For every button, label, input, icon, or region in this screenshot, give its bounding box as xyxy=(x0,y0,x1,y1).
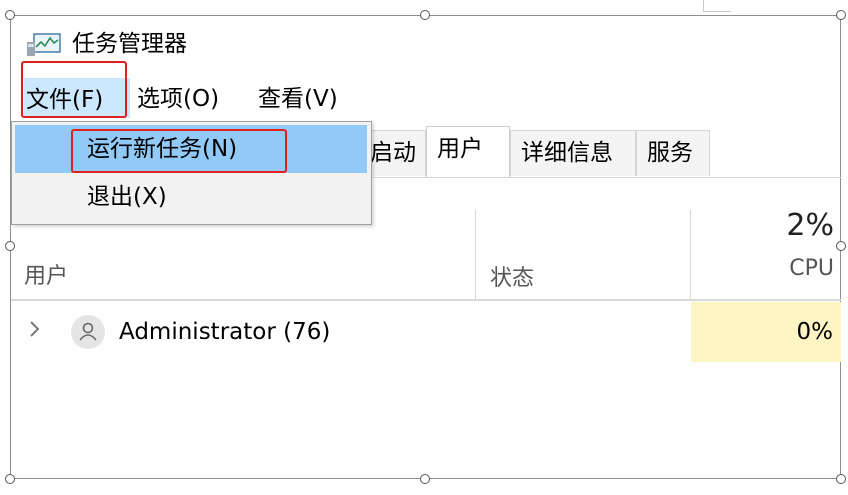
tab-details[interactable]: 详细信息 xyxy=(510,130,636,176)
annotation-box-run-new-task xyxy=(71,129,287,173)
resize-handle-top-right[interactable] xyxy=(836,10,846,20)
resize-handle-top[interactable] xyxy=(420,10,430,20)
column-header-status[interactable]: 状态 xyxy=(490,260,534,292)
menu-item-exit[interactable]: 退出(X) xyxy=(15,173,367,221)
resize-handle-bottom[interactable] xyxy=(420,474,430,484)
cpu-cell: 0% xyxy=(691,302,841,362)
expand-chevron-icon[interactable] xyxy=(29,318,41,348)
resize-handle-bottom-left[interactable] xyxy=(5,474,15,484)
tab-users[interactable]: 用户 xyxy=(426,126,510,178)
edge-mark xyxy=(842,452,848,470)
resize-handle-top-left[interactable] xyxy=(5,10,15,20)
tab-strip: 启动 用户 详细信息 服务 xyxy=(360,126,840,178)
menu-options[interactable]: 选项(O) xyxy=(137,82,219,116)
column-header-cpu[interactable]: CPU xyxy=(789,256,834,281)
task-manager-icon xyxy=(26,32,62,58)
column-separator-cpu[interactable] xyxy=(690,210,691,300)
menu-item-exit-label: 退出(X) xyxy=(87,184,167,210)
window-title: 任务管理器 xyxy=(72,31,187,57)
resize-handle-bottom-right[interactable] xyxy=(836,474,846,484)
page-corner-mark xyxy=(703,0,731,12)
user-name: Administrator (76) xyxy=(119,319,331,345)
column-header-user[interactable]: 用户 xyxy=(24,258,68,290)
cpu-cell-value: 0% xyxy=(796,319,834,345)
table-row[interactable]: 0% Administrator (76) xyxy=(11,302,841,362)
tab-services[interactable]: 服务 xyxy=(636,130,710,176)
annotation-box-file-menu xyxy=(21,61,127,118)
resize-handle-right[interactable] xyxy=(836,241,846,251)
resize-handle-left[interactable] xyxy=(5,241,15,251)
menu-view[interactable]: 查看(V) xyxy=(258,82,338,116)
table-header-divider xyxy=(11,299,841,301)
tab-strip-divider xyxy=(360,177,841,178)
user-avatar-icon xyxy=(71,315,105,349)
cpu-total-usage: 2% xyxy=(786,208,834,243)
column-separator-status[interactable] xyxy=(475,210,476,300)
